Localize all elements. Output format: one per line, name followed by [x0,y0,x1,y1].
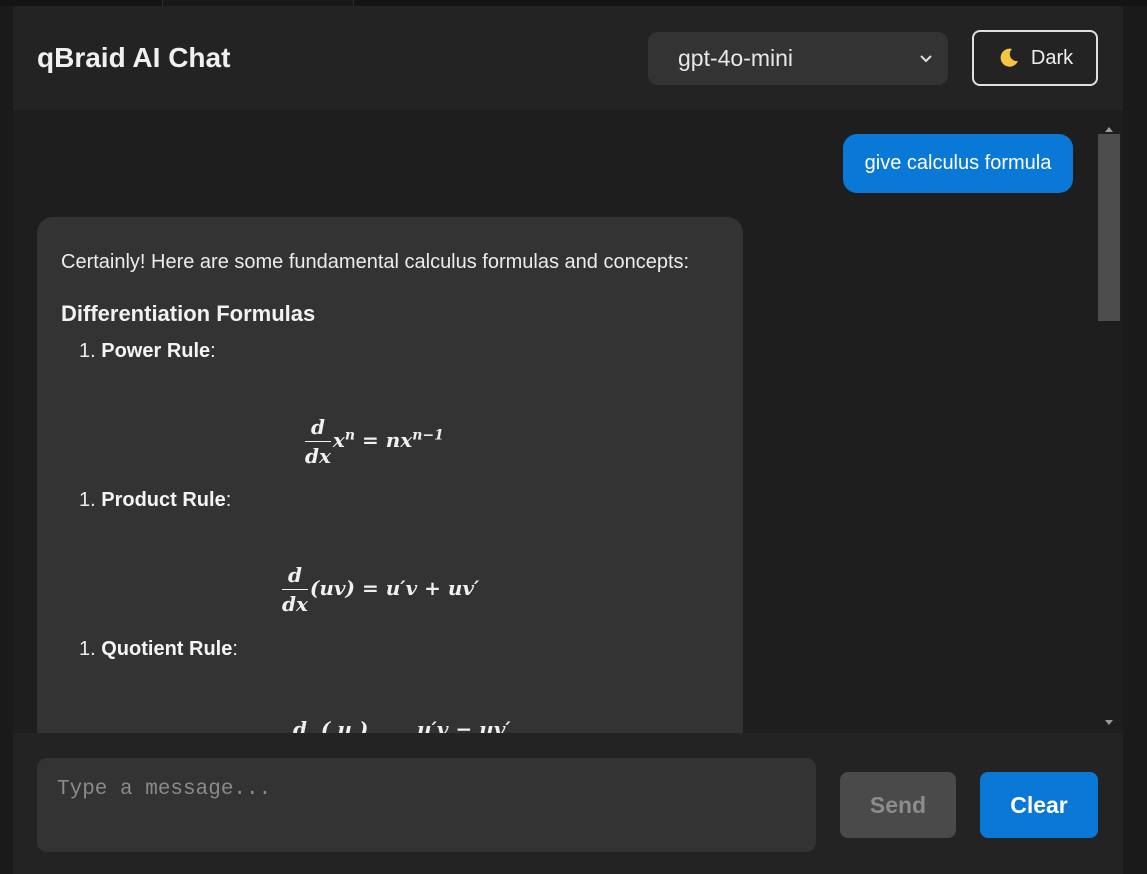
model-select-value: gpt-4o-mini [678,45,794,71]
chat-app: qBraid AI Chat gpt-4o-mini Dark give cal… [13,6,1123,874]
assistant-message: Certainly! Here are some fundamental cal… [37,217,743,733]
composer: Send Clear [13,733,1123,874]
rule-name: Quotient Rule [101,638,233,660]
scroll-up-arrow-icon[interactable] [1104,124,1114,134]
app-title: qBraid AI Chat [37,42,231,73]
rule-name: Product Rule [101,489,226,511]
chevron-down-icon [920,55,932,63]
list-item: 1. Product Rule: [79,489,232,511]
theme-toggle-button[interactable]: Dark [972,30,1098,86]
rule-name: Power Rule [101,340,211,362]
clear-button[interactable]: Clear [980,772,1098,838]
header: qBraid AI Chat gpt-4o-mini Dark [13,6,1123,110]
scrollbar-thumb[interactable] [1098,134,1120,321]
send-button[interactable]: Send [840,772,956,838]
chat-messages[interactable]: give calculus formula Certainly! Here ar… [13,110,1123,733]
scroll-down-arrow-icon[interactable] [1104,718,1114,728]
quotient-rule-formula: d ( u ) u′v − uv′ [293,717,511,733]
message-input[interactable] [37,758,816,852]
list-item: 1. Quotient Rule: [79,638,238,660]
theme-toggle-label: Dark [1030,46,1074,69]
product-rule-formula: d dx (uv) = u′v + uv′ [282,563,480,616]
power-rule-formula: d dx xn = nxn−1 [305,415,444,468]
user-message-text: give calculus formula [864,152,1052,174]
moon-icon [1000,48,1018,67]
model-select[interactable]: gpt-4o-mini [648,32,948,85]
section-heading: Differentiation Formulas [61,301,316,326]
list-item: 1. Power Rule: [79,340,216,362]
assistant-intro: Certainly! Here are some fundamental cal… [61,251,690,273]
user-message: give calculus formula [843,134,1073,193]
